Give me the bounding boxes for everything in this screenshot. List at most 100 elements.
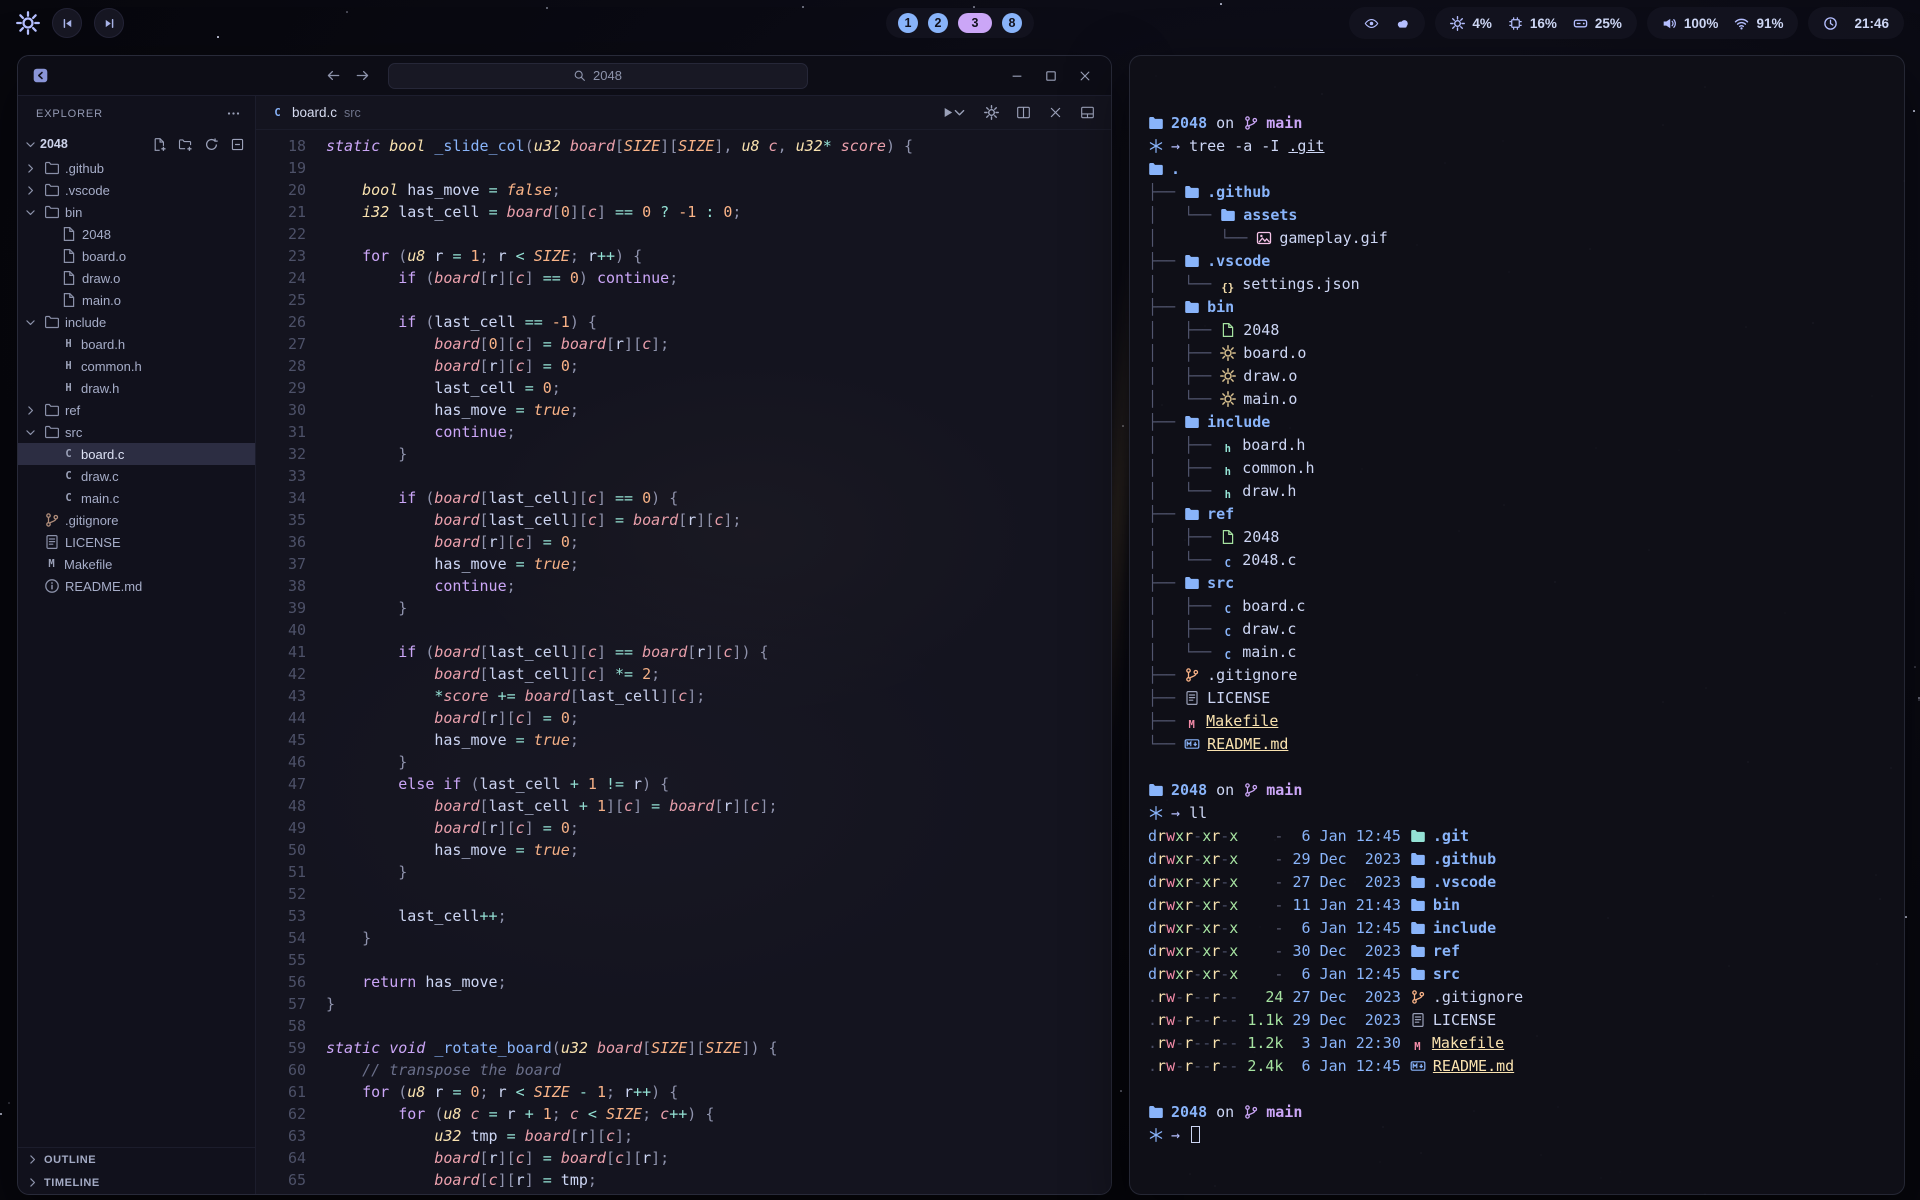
code-line-28[interactable]: 28 board[r][c] = 0;: [256, 355, 1111, 377]
explorer-item-bin[interactable]: bin: [18, 201, 255, 223]
project-root-row[interactable]: 2048: [18, 131, 255, 157]
tab-board-c[interactable]: C board.c src: [270, 105, 361, 120]
split-editor-button[interactable]: [1014, 103, 1033, 122]
code-line-51[interactable]: 51 }: [256, 861, 1111, 883]
code-line-45[interactable]: 45 has_move = true;: [256, 729, 1111, 751]
code-line-44[interactable]: 44 board[r][c] = 0;: [256, 707, 1111, 729]
audio-network-module[interactable]: 100% 91%: [1647, 7, 1799, 39]
code-line-52[interactable]: 52: [256, 883, 1111, 905]
explorer-item-draw.c[interactable]: Cdraw.c: [18, 465, 255, 487]
media-next-button[interactable]: [94, 8, 124, 38]
explorer-item-common.h[interactable]: Hcommon.h: [18, 355, 255, 377]
editor-layout-button[interactable]: [1078, 103, 1097, 122]
explorer-item-ref[interactable]: ref: [18, 399, 255, 421]
clock-module[interactable]: 21:46: [1808, 7, 1904, 39]
maximize-button[interactable]: [1039, 64, 1063, 88]
code-line-20[interactable]: 20 bool has_move = false;: [256, 179, 1111, 201]
code-line-37[interactable]: 37 has_move = true;: [256, 553, 1111, 575]
explorer-item-LICENSE[interactable]: LICENSE: [18, 531, 255, 553]
code-line-27[interactable]: 27 board[0][c] = board[r][c];: [256, 333, 1111, 355]
code-line-64[interactable]: 64 board[r][c] = board[c][r];: [256, 1147, 1111, 1169]
outline-section[interactable]: OUTLINE: [18, 1148, 255, 1171]
code-line-41[interactable]: 41 if (board[last_cell][c] == board[r][c…: [256, 641, 1111, 663]
code-line-62[interactable]: 62 for (u8 c = r + 1; c < SIZE; c++) {: [256, 1103, 1111, 1125]
explorer-item-include[interactable]: include: [18, 311, 255, 333]
new-folder-button[interactable]: [176, 135, 195, 154]
nix-logo-icon[interactable]: [16, 11, 40, 35]
history-back-button[interactable]: [322, 64, 345, 87]
history-forward-button[interactable]: [351, 64, 374, 87]
code-line-50[interactable]: 50 has_move = true;: [256, 839, 1111, 861]
timeline-section[interactable]: TIMELINE: [18, 1171, 255, 1194]
code-line-26[interactable]: 26 if (last_cell == -1) {: [256, 311, 1111, 333]
explorer-item-2048[interactable]: 2048: [18, 223, 255, 245]
weather-module[interactable]: [1349, 7, 1425, 39]
code-line-19[interactable]: 19: [256, 157, 1111, 179]
explorer-item-board.o[interactable]: board.o: [18, 245, 255, 267]
workspace-button-2[interactable]: 2: [928, 13, 948, 33]
terminal-window[interactable]: 2048 on main→ tree -a -I .git.├── .githu…: [1129, 55, 1905, 1195]
code-line-25[interactable]: 25: [256, 289, 1111, 311]
explorer-item-.vscode[interactable]: .vscode: [18, 179, 255, 201]
run-button[interactable]: [938, 103, 969, 122]
code-line-56[interactable]: 56 return has_move;: [256, 971, 1111, 993]
code-line-24[interactable]: 24 if (board[r][c] == 0) continue;: [256, 267, 1111, 289]
code-line-30[interactable]: 30 has_move = true;: [256, 399, 1111, 421]
code-line-23[interactable]: 23 for (u8 r = 1; r < SIZE; r++) {: [256, 245, 1111, 267]
command-center-search[interactable]: 2048: [388, 63, 808, 89]
code-line-18[interactable]: 18static bool _slide_col(u32 board[SIZE]…: [256, 135, 1111, 157]
code-line-33[interactable]: 33: [256, 465, 1111, 487]
code-line-46[interactable]: 46 }: [256, 751, 1111, 773]
system-stats-module[interactable]: 4% 16% 25%: [1435, 7, 1637, 39]
code-line-47[interactable]: 47 else if (last_cell + 1 != r) {: [256, 773, 1111, 795]
explorer-item-Makefile[interactable]: MMakefile: [18, 553, 255, 575]
close-window-button[interactable]: [1073, 64, 1097, 88]
code-line-40[interactable]: 40: [256, 619, 1111, 641]
code-line-55[interactable]: 55: [256, 949, 1111, 971]
code-line-49[interactable]: 49 board[r][c] = 0;: [256, 817, 1111, 839]
explorer-item-draw.o[interactable]: draw.o: [18, 267, 255, 289]
new-file-button[interactable]: [150, 135, 169, 154]
collapse-folders-button[interactable]: [228, 135, 247, 154]
explorer-item-draw.h[interactable]: Hdraw.h: [18, 377, 255, 399]
code-line-21[interactable]: 21 i32 last_cell = board[0][c] == 0 ? -1…: [256, 201, 1111, 223]
explorer-more-button[interactable]: [224, 104, 243, 123]
code-line-39[interactable]: 39 }: [256, 597, 1111, 619]
code-line-32[interactable]: 32 }: [256, 443, 1111, 465]
code-line-48[interactable]: 48 board[last_cell + 1][c] = board[r][c]…: [256, 795, 1111, 817]
minimize-button[interactable]: [1005, 64, 1029, 88]
code-line-22[interactable]: 22: [256, 223, 1111, 245]
explorer-item-.gitignore[interactable]: .gitignore: [18, 509, 255, 531]
code-line-60[interactable]: 60 // transpose the board: [256, 1059, 1111, 1081]
code-line-35[interactable]: 35 board[last_cell][c] = board[r][c];: [256, 509, 1111, 531]
code-line-61[interactable]: 61 for (u8 r = 0; r < SIZE - 1; r++) {: [256, 1081, 1111, 1103]
code-line-54[interactable]: 54 }: [256, 927, 1111, 949]
code-line-36[interactable]: 36 board[r][c] = 0;: [256, 531, 1111, 553]
explorer-item-main.c[interactable]: Cmain.c: [18, 487, 255, 509]
code-line-65[interactable]: 65 board[c][r] = tmp;: [256, 1169, 1111, 1191]
workspace-button-1[interactable]: 1: [898, 13, 918, 33]
workspace-button-3[interactable]: 3: [958, 13, 992, 33]
settings-gear-button[interactable]: [982, 103, 1001, 122]
code-line-43[interactable]: 43 *score += board[last_cell][c];: [256, 685, 1111, 707]
explorer-item-main.o[interactable]: main.o: [18, 289, 255, 311]
code-line-34[interactable]: 34 if (board[last_cell][c] == 0) {: [256, 487, 1111, 509]
code-line-58[interactable]: 58: [256, 1015, 1111, 1037]
code-line-42[interactable]: 42 board[last_cell][c] *= 2;: [256, 663, 1111, 685]
explorer-item-board.h[interactable]: Hboard.h: [18, 333, 255, 355]
refresh-explorer-button[interactable]: [202, 135, 221, 154]
workspace-button-8[interactable]: 8: [1002, 13, 1022, 33]
explorer-item-board.c[interactable]: Cboard.c: [18, 443, 255, 465]
media-prev-button[interactable]: [52, 8, 82, 38]
explorer-item-.github[interactable]: .github: [18, 157, 255, 179]
code-line-38[interactable]: 38 continue;: [256, 575, 1111, 597]
code-line-63[interactable]: 63 u32 tmp = board[r][c];: [256, 1125, 1111, 1147]
code-editor[interactable]: 18static bool _slide_col(u32 board[SIZE]…: [256, 130, 1111, 1194]
code-line-29[interactable]: 29 last_cell = 0;: [256, 377, 1111, 399]
code-line-59[interactable]: 59static void _rotate_board(u32 board[SI…: [256, 1037, 1111, 1059]
close-editor-button[interactable]: [1046, 103, 1065, 122]
code-line-53[interactable]: 53 last_cell++;: [256, 905, 1111, 927]
code-line-57[interactable]: 57}: [256, 993, 1111, 1015]
code-line-31[interactable]: 31 continue;: [256, 421, 1111, 443]
explorer-item-README.md[interactable]: README.md: [18, 575, 255, 597]
